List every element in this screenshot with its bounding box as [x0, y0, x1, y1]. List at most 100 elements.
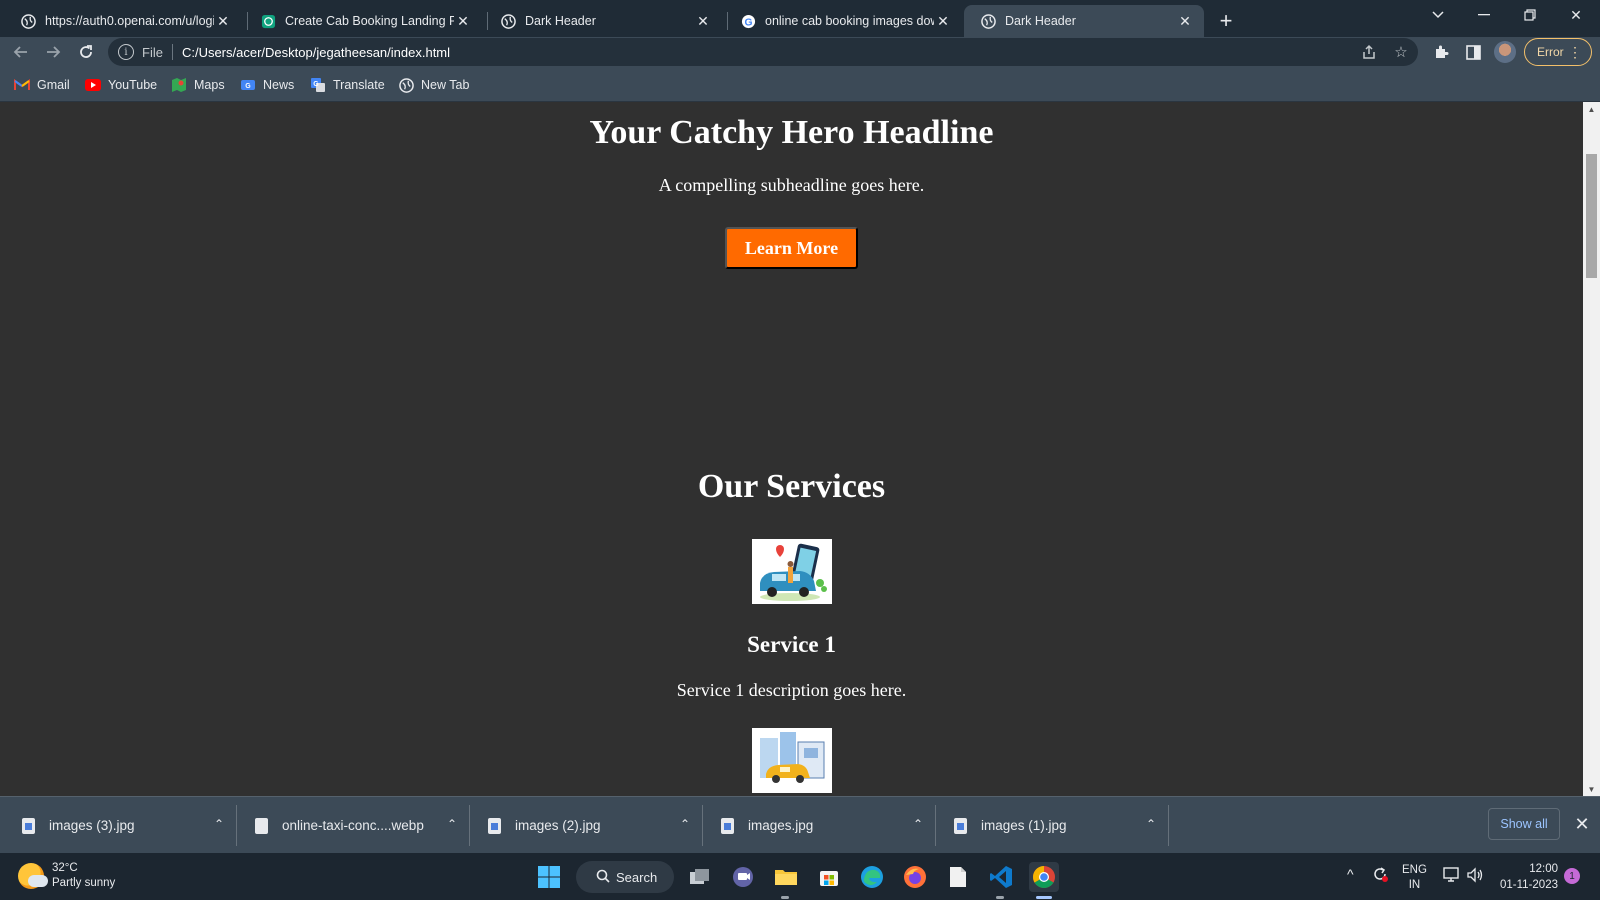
download-filename: online-taxi-conc....webp: [282, 818, 424, 833]
tab-title: Dark Header: [525, 14, 596, 28]
bookmark-label: Translate: [333, 78, 385, 92]
clock[interactable]: 12:00 01-11-2023: [1498, 861, 1558, 893]
menu-dots-icon[interactable]: ⋮: [1568, 44, 1582, 60]
close-icon[interactable]: ✕: [214, 12, 232, 30]
firefox-icon[interactable]: [900, 862, 930, 892]
close-icon[interactable]: ✕: [454, 12, 472, 30]
service-1-description: Service 1 description goes here.: [676, 680, 907, 700]
scroll-up-icon[interactable]: ▲: [1583, 102, 1600, 116]
file-explorer-icon[interactable]: [771, 862, 801, 892]
profile-avatar[interactable]: [1494, 41, 1516, 63]
maps-icon: [171, 77, 187, 93]
tab-google-search[interactable]: G online cab booking images download ✕: [724, 5, 962, 37]
restore-icon[interactable]: [1507, 0, 1553, 30]
side-panel-icon[interactable]: [1462, 41, 1484, 63]
vscode-icon[interactable]: [986, 862, 1016, 892]
close-icon[interactable]: ✕: [934, 12, 952, 30]
gmail-icon: [14, 77, 30, 93]
extensions-icon[interactable]: [1430, 41, 1452, 63]
tab-dark-header-active[interactable]: Dark Header ✕: [964, 5, 1204, 37]
running-indicator: [996, 896, 1004, 899]
forward-icon[interactable]: [41, 40, 65, 64]
microsoft-store-icon[interactable]: [814, 862, 844, 892]
page-viewport: Your Catchy Hero Headline A compelling s…: [0, 102, 1583, 796]
tab-title: Create Cab Booking Landing Page: [285, 14, 454, 28]
page-scrollbar[interactable]: ▲ ▼: [1583, 102, 1600, 796]
image-file-icon: [954, 817, 967, 834]
svg-text:G: G: [313, 81, 319, 88]
active-indicator: [1036, 896, 1052, 899]
share-icon[interactable]: [1359, 42, 1379, 62]
bookmark-star-icon[interactable]: ☆: [1391, 42, 1411, 62]
globe-icon: [398, 77, 414, 93]
news-icon: G: [240, 77, 256, 93]
teams-chat-icon[interactable]: [728, 862, 758, 892]
youtube-icon: [85, 77, 101, 93]
address-bar[interactable]: i File C:/Users/acer/Desktop/jegatheesan…: [108, 38, 1418, 66]
sync-icon[interactable]: [1371, 865, 1389, 886]
download-item[interactable]: images (3).jpg ⌃: [22, 797, 232, 854]
bookmark-youtube[interactable]: YouTube: [85, 76, 157, 94]
bookmark-translate[interactable]: G Translate: [310, 76, 385, 94]
weather-widget[interactable]: 32°C Partly sunny: [18, 861, 115, 891]
scroll-down-icon[interactable]: ▼: [1583, 782, 1600, 796]
task-view-icon[interactable]: [685, 862, 715, 892]
region-label: IN: [1408, 879, 1421, 891]
download-filename: images (3).jpg: [49, 818, 135, 833]
url-text[interactable]: C:/Users/acer/Desktop/jegatheesan/index.…: [182, 45, 450, 60]
reload-icon[interactable]: [74, 40, 98, 64]
chevron-up-icon[interactable]: ⌃: [447, 817, 457, 831]
browser-toolbar: i File C:/Users/acer/Desktop/jegatheesan…: [0, 37, 1600, 67]
learn-more-button[interactable]: Learn More: [725, 227, 858, 269]
tab-search-icon[interactable]: [1415, 0, 1461, 30]
bookmark-news[interactable]: G News: [240, 76, 294, 94]
bookmark-new-tab[interactable]: New Tab: [398, 76, 469, 94]
close-window-icon[interactable]: ✕: [1553, 0, 1599, 30]
notification-badge[interactable]: 1: [1564, 868, 1580, 884]
bookmarks-bar: Gmail YouTube Maps G News G Translate Ne…: [0, 67, 1600, 102]
tab-strip: https://auth0.openai.com/u/login ✕ Creat…: [0, 0, 1600, 37]
chevron-up-icon[interactable]: ^: [1347, 866, 1354, 882]
show-all-button[interactable]: Show all: [1488, 808, 1560, 840]
bookmark-gmail[interactable]: Gmail: [14, 76, 70, 94]
chrome-icon[interactable]: [1029, 862, 1059, 892]
new-tab-button[interactable]: +: [1212, 7, 1240, 35]
error-label: Error: [1537, 45, 1564, 59]
back-icon[interactable]: [9, 40, 33, 64]
download-item[interactable]: images.jpg ⌃: [721, 797, 931, 854]
tab-dark-header[interactable]: Dark Header ✕: [484, 5, 722, 37]
language-indicator[interactable]: ENG IN: [1402, 863, 1427, 893]
network-icon[interactable]: [1443, 867, 1461, 886]
chevron-up-icon[interactable]: ⌃: [214, 817, 224, 831]
edge-icon[interactable]: [857, 862, 887, 892]
chevron-up-icon[interactable]: ⌃: [1146, 817, 1156, 831]
chevron-up-icon[interactable]: ⌃: [680, 817, 690, 831]
chevron-up-icon[interactable]: ⌃: [913, 817, 923, 831]
notepad-file-icon[interactable]: [943, 862, 973, 892]
running-indicator: [781, 896, 789, 899]
tab-chatgpt[interactable]: Create Cab Booking Landing Page ✕: [244, 5, 482, 37]
info-icon[interactable]: i: [118, 44, 134, 60]
bookmark-label: Maps: [194, 78, 225, 92]
download-item[interactable]: online-taxi-conc....webp ⌃: [255, 797, 465, 854]
profile-error-button[interactable]: Error ⋮: [1524, 38, 1592, 66]
scrollbar-thumb[interactable]: [1586, 154, 1597, 278]
tab-auth0[interactable]: https://auth0.openai.com/u/login ✕: [4, 5, 242, 37]
taskbar-search[interactable]: Search: [576, 861, 674, 893]
download-item[interactable]: images (2).jpg ⌃: [488, 797, 698, 854]
close-icon[interactable]: ✕: [1571, 813, 1593, 835]
tab-title: Dark Header: [1005, 14, 1076, 28]
tab-title: https://auth0.openai.com/u/login: [45, 14, 214, 28]
download-item[interactable]: images (1).jpg ⌃: [954, 797, 1164, 854]
hero-headline: Your Catchy Hero Headline: [589, 114, 994, 151]
minimize-icon[interactable]: [1461, 0, 1507, 30]
close-icon[interactable]: ✕: [694, 12, 712, 30]
close-icon[interactable]: ✕: [1176, 12, 1194, 30]
volume-icon[interactable]: [1466, 867, 1484, 886]
service-1-image: [752, 539, 832, 604]
image-file-icon: [488, 817, 501, 834]
language-label: ENG: [1402, 864, 1427, 876]
bookmark-maps[interactable]: Maps: [171, 76, 225, 94]
windows-start-icon[interactable]: [534, 862, 564, 892]
divider: [702, 805, 703, 846]
